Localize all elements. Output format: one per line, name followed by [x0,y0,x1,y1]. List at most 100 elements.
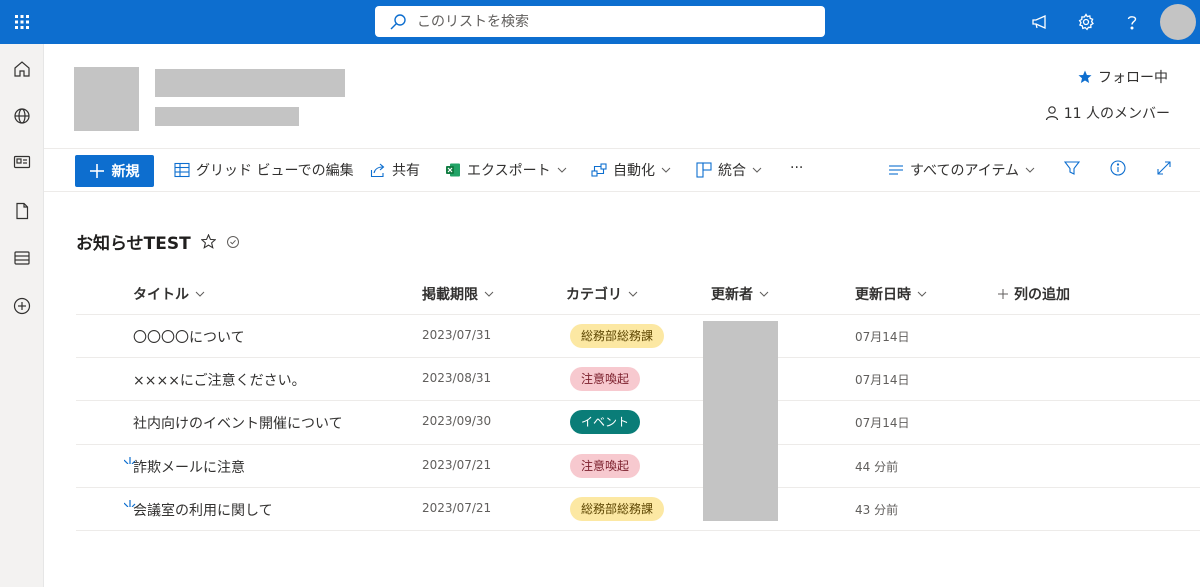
category-badge: 注意喚起 [570,454,641,478]
row-modified: 07月14日 [855,330,910,344]
view-selector[interactable]: すべてのアイテム [888,160,1035,180]
column-title-label: タイトル [133,287,189,303]
table-row[interactable]: 〇〇〇〇について 2023/07/31 総務部総務課 07月14日 [76,314,1200,358]
view-label: すべてのアイテム [910,163,1020,179]
search-icon [390,13,406,29]
category-badge: 総務部総務課 [570,324,665,348]
table-row[interactable]: ××××にご注意ください。 2023/08/31 注意喚起 07月14日 [76,357,1200,401]
list-icon[interactable] [11,247,33,269]
command-bar: 新規 グリッド ビューでの編集 共有 エクスポート 自動化 統合 ··· すべて… [44,148,1200,192]
excel-icon [446,163,460,177]
info-icon [1110,160,1126,176]
row-deadline: 2023/07/21 [422,501,492,515]
site-title-redacted [155,69,345,97]
add-column-button[interactable]: 列の追加 [998,284,1070,304]
category-badge: イベント [570,410,641,434]
news-icon[interactable] [11,151,33,173]
expand-icon [1157,161,1171,175]
chevron-down-icon [195,291,205,297]
row-modified: 07月14日 [855,373,910,387]
chevron-down-icon [484,291,494,297]
export-button[interactable]: エクスポート [445,160,567,180]
row-deadline: 2023/08/31 [422,371,492,385]
add-column-label: 列の追加 [1014,287,1070,303]
megaphone-icon[interactable] [1029,11,1051,33]
integrate-button[interactable]: 統合 [696,160,762,180]
gear-icon[interactable] [1075,11,1097,33]
members-button[interactable]: 11 人のメンバー [1044,103,1170,123]
automate-icon [591,163,607,177]
column-header-author[interactable]: 更新者 [711,284,769,304]
app-launcher-icon[interactable] [0,0,44,44]
grid-icon [174,162,190,178]
avatar[interactable] [1160,4,1196,40]
category-badge: 注意喚起 [570,367,641,391]
help-icon[interactable] [1121,11,1143,33]
filter-button[interactable] [1064,160,1080,176]
chevron-down-icon [1025,167,1035,173]
document-icon[interactable] [11,200,33,222]
more-label: ··· [790,160,804,176]
follow-button[interactable]: フォロー中 [1078,67,1168,87]
row-title[interactable]: 会議室の利用に関して [133,500,273,520]
members-label: 11 人のメンバー [1063,106,1170,122]
column-header-title[interactable]: タイトル [133,284,205,304]
expand-button[interactable] [1156,160,1172,176]
row-modified: 07月14日 [855,416,910,430]
row-modified: 43 分前 [855,503,899,517]
row-title[interactable]: 社内向けのイベント開催について [133,413,343,433]
category-badge: 総務部総務課 [570,497,665,521]
author-column-redacted [703,321,778,521]
filter-icon [1064,161,1080,175]
share-button[interactable]: 共有 [370,160,420,180]
chevron-down-icon [759,291,769,297]
row-modified: 44 分前 [855,460,899,474]
new-label: 新規 [111,164,140,180]
plus-icon [89,164,104,178]
new-button[interactable]: 新規 [75,155,154,187]
row-deadline: 2023/07/31 [422,328,492,342]
home-icon[interactable] [11,58,33,80]
info-button[interactable] [1110,160,1126,176]
star-filled-icon [1078,70,1092,83]
row-deadline: 2023/07/21 [422,458,492,472]
more-button[interactable]: ··· [790,160,803,176]
column-author-label: 更新者 [711,287,753,303]
share-label: 共有 [392,163,420,179]
search-input[interactable] [417,13,797,30]
share-icon [370,163,385,178]
export-label: エクスポート [467,163,551,179]
column-header-modified[interactable]: 更新日時 [855,284,927,304]
integrate-icon [696,162,712,178]
row-title[interactable]: 〇〇〇〇について [133,327,245,347]
list-title-bar: お知らせTEST [76,229,240,254]
row-title[interactable]: ××××にご注意ください。 [133,370,306,390]
column-header-deadline[interactable]: 掲載期限 [422,284,494,304]
column-deadline-label: 掲載期限 [422,287,478,303]
column-category-label: カテゴリ [566,287,622,303]
view-lines-icon [889,165,903,175]
grid-edit-button[interactable]: グリッド ビューでの編集 [174,160,354,180]
grid-edit-label: グリッド ビューでの編集 [196,163,354,179]
table-row[interactable]: 社内向けのイベント開催について 2023/09/30 イベント 07月14日 [76,400,1200,444]
create-icon[interactable] [11,295,33,317]
row-deadline: 2023/09/30 [422,414,492,428]
automate-label: 自動化 [613,163,655,179]
star-icon[interactable] [200,234,216,249]
site-logo [74,67,139,131]
table-row[interactable]: 詐欺メールに注意 2023/07/21 注意喚起 44 分前 [76,444,1200,488]
integrate-label: 統合 [718,163,746,179]
search-box[interactable] [375,6,825,37]
automate-button[interactable]: 自動化 [591,160,671,180]
table-row[interactable]: 会議室の利用に関して 2023/07/21 総務部総務課 43 分前 [76,487,1200,531]
chevron-down-icon [628,291,638,297]
column-modified-label: 更新日時 [855,287,911,303]
left-app-rail [0,44,44,587]
row-title[interactable]: 詐欺メールに注意 [133,457,245,477]
globe-icon[interactable] [11,105,33,127]
site-subtitle-redacted [155,107,299,126]
sync-status-icon [226,235,239,248]
chevron-down-icon [557,167,566,173]
person-icon [1045,106,1058,121]
column-header-category[interactable]: カテゴリ [566,284,638,304]
